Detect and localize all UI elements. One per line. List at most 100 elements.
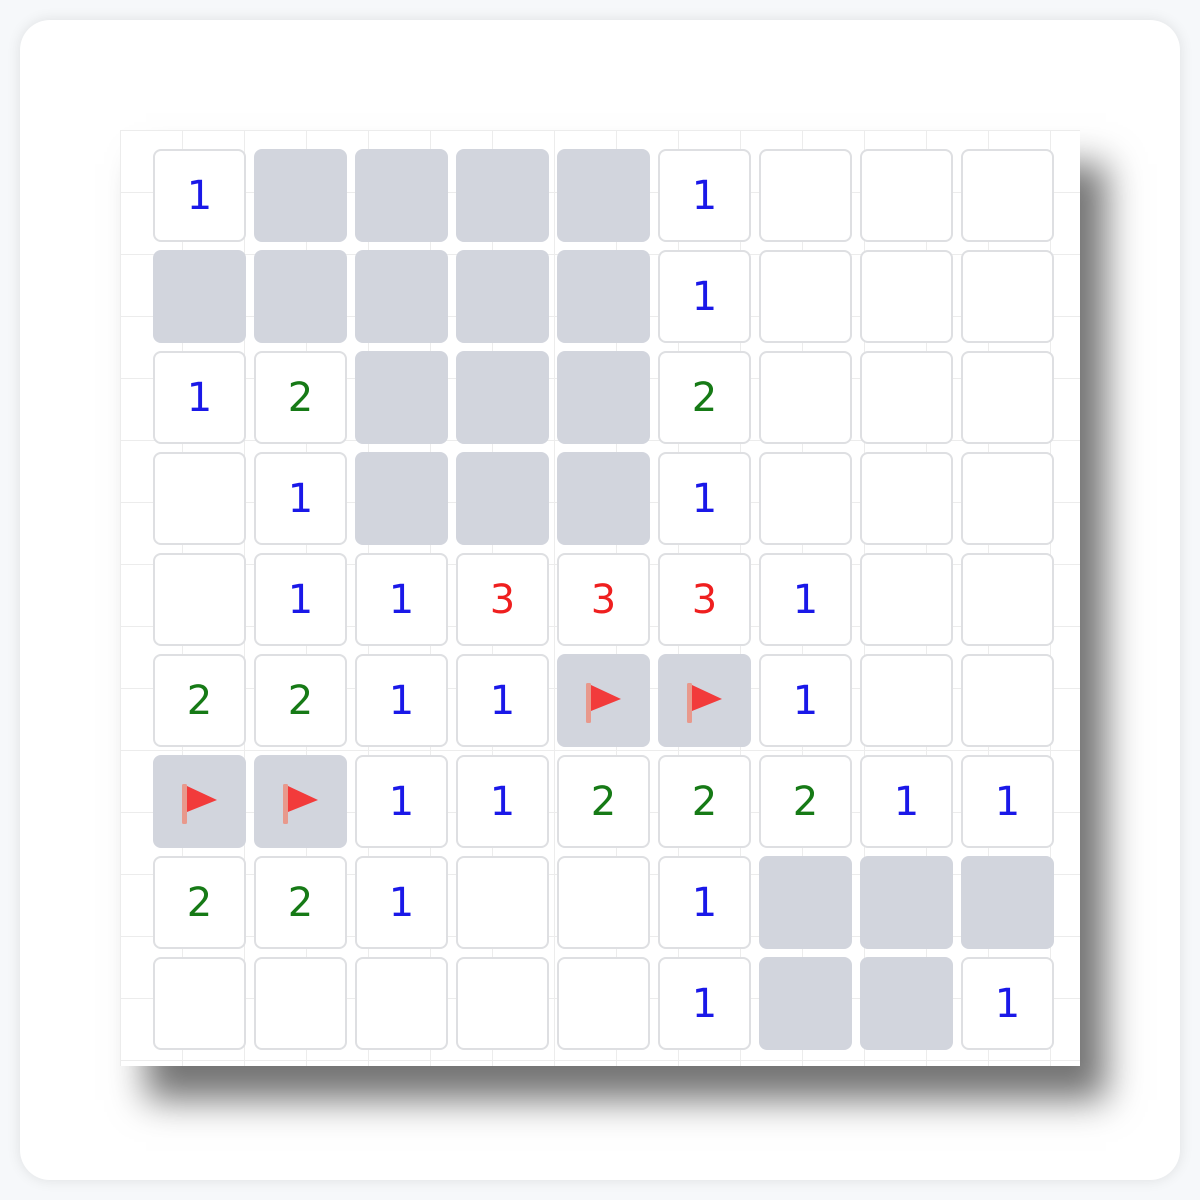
number-cell[interactable]: 2	[153, 654, 246, 747]
hidden-cell[interactable]	[355, 452, 448, 545]
revealed-empty-cell[interactable]	[759, 250, 852, 343]
hidden-cell[interactable]	[456, 149, 549, 242]
number-cell[interactable]: 2	[254, 856, 347, 949]
number-cell[interactable]: 1	[759, 654, 852, 747]
number-cell[interactable]: 1	[456, 654, 549, 747]
number-cell[interactable]: 1	[658, 856, 751, 949]
number-cell[interactable]: 2	[254, 351, 347, 444]
hidden-cell[interactable]	[860, 957, 953, 1050]
number-cell[interactable]: 1	[153, 149, 246, 242]
number-cell[interactable]: 2	[153, 856, 246, 949]
revealed-empty-cell[interactable]	[860, 351, 953, 444]
number-cell[interactable]: 2	[658, 755, 751, 848]
cell-number: 1	[388, 576, 415, 623]
cell-number: 1	[388, 778, 415, 825]
hidden-cell[interactable]	[456, 250, 549, 343]
number-cell[interactable]: 1	[355, 553, 448, 646]
revealed-empty-cell[interactable]	[557, 856, 650, 949]
page-background: 1 1 1 1 2 2 1 1 1 1 3 3 3 1 2 2 1 1 1 1 1 2 2 2 1 1 2 2 1 1 1 1	[0, 0, 1200, 1200]
hidden-cell[interactable]	[557, 351, 650, 444]
hidden-cell[interactable]	[355, 149, 448, 242]
number-cell[interactable]: 2	[254, 654, 347, 747]
number-cell[interactable]: 1	[355, 654, 448, 747]
cell-number: 1	[893, 778, 920, 825]
revealed-empty-cell[interactable]	[860, 250, 953, 343]
flagged-cell[interactable]	[254, 755, 347, 848]
hidden-cell[interactable]	[759, 856, 852, 949]
revealed-empty-cell[interactable]	[860, 654, 953, 747]
cell-number: 1	[489, 677, 516, 724]
number-cell[interactable]: 1	[961, 755, 1054, 848]
revealed-empty-cell[interactable]	[153, 553, 246, 646]
revealed-empty-cell[interactable]	[961, 654, 1054, 747]
cell-number: 3	[489, 576, 516, 623]
cell-number: 2	[287, 879, 314, 926]
revealed-empty-cell[interactable]	[759, 351, 852, 444]
hidden-cell[interactable]	[557, 149, 650, 242]
number-cell[interactable]: 1	[860, 755, 953, 848]
number-cell[interactable]: 1	[961, 957, 1054, 1050]
hidden-cell[interactable]	[254, 149, 347, 242]
cell-number: 2	[590, 778, 617, 825]
number-cell[interactable]: 1	[658, 250, 751, 343]
hidden-cell[interactable]	[456, 452, 549, 545]
flagged-cell[interactable]	[153, 755, 246, 848]
number-cell[interactable]: 1	[254, 452, 347, 545]
hidden-cell[interactable]	[355, 250, 448, 343]
number-cell[interactable]: 1	[658, 452, 751, 545]
hidden-cell[interactable]	[153, 250, 246, 343]
number-cell[interactable]: 3	[658, 553, 751, 646]
cell-number: 1	[994, 980, 1021, 1027]
revealed-empty-cell[interactable]	[456, 957, 549, 1050]
revealed-empty-cell[interactable]	[759, 149, 852, 242]
number-cell[interactable]: 1	[658, 149, 751, 242]
revealed-empty-cell[interactable]	[557, 957, 650, 1050]
revealed-empty-cell[interactable]	[961, 351, 1054, 444]
revealed-empty-cell[interactable]	[860, 149, 953, 242]
revealed-empty-cell[interactable]	[254, 957, 347, 1050]
cell-number: 2	[287, 677, 314, 724]
hidden-cell[interactable]	[759, 957, 852, 1050]
number-cell[interactable]: 1	[153, 351, 246, 444]
revealed-empty-cell[interactable]	[961, 149, 1054, 242]
number-cell[interactable]: 2	[557, 755, 650, 848]
hidden-cell[interactable]	[860, 856, 953, 949]
revealed-empty-cell[interactable]	[860, 553, 953, 646]
cell-number: 1	[287, 475, 314, 522]
flag-icon	[180, 780, 220, 824]
number-cell[interactable]: 1	[759, 553, 852, 646]
cell-number: 1	[489, 778, 516, 825]
flagged-cell[interactable]	[658, 654, 751, 747]
flag-icon	[281, 780, 321, 824]
cell-number: 2	[287, 374, 314, 421]
board-grid: 1 1 1 1 2 2 1 1 1 1 3 3 3 1 2 2 1 1 1 1 1 2 2 2 1 1 2 2 1 1 1 1	[153, 149, 1054, 1050]
revealed-empty-cell[interactable]	[355, 957, 448, 1050]
hidden-cell[interactable]	[557, 452, 650, 545]
revealed-empty-cell[interactable]	[759, 452, 852, 545]
revealed-empty-cell[interactable]	[961, 250, 1054, 343]
number-cell[interactable]: 1	[658, 957, 751, 1050]
hidden-cell[interactable]	[254, 250, 347, 343]
hidden-cell[interactable]	[557, 250, 650, 343]
revealed-empty-cell[interactable]	[961, 553, 1054, 646]
revealed-empty-cell[interactable]	[860, 452, 953, 545]
revealed-empty-cell[interactable]	[153, 957, 246, 1050]
number-cell[interactable]: 3	[456, 553, 549, 646]
number-cell[interactable]: 1	[254, 553, 347, 646]
number-cell[interactable]: 3	[557, 553, 650, 646]
hidden-cell[interactable]	[961, 856, 1054, 949]
cell-number: 1	[792, 576, 819, 623]
hidden-cell[interactable]	[456, 351, 549, 444]
number-cell[interactable]: 2	[658, 351, 751, 444]
cell-number: 1	[691, 879, 718, 926]
cell-number: 3	[691, 576, 718, 623]
hidden-cell[interactable]	[355, 351, 448, 444]
flagged-cell[interactable]	[557, 654, 650, 747]
number-cell[interactable]: 1	[355, 755, 448, 848]
revealed-empty-cell[interactable]	[456, 856, 549, 949]
number-cell[interactable]: 1	[355, 856, 448, 949]
revealed-empty-cell[interactable]	[153, 452, 246, 545]
number-cell[interactable]: 1	[456, 755, 549, 848]
revealed-empty-cell[interactable]	[961, 452, 1054, 545]
number-cell[interactable]: 2	[759, 755, 852, 848]
